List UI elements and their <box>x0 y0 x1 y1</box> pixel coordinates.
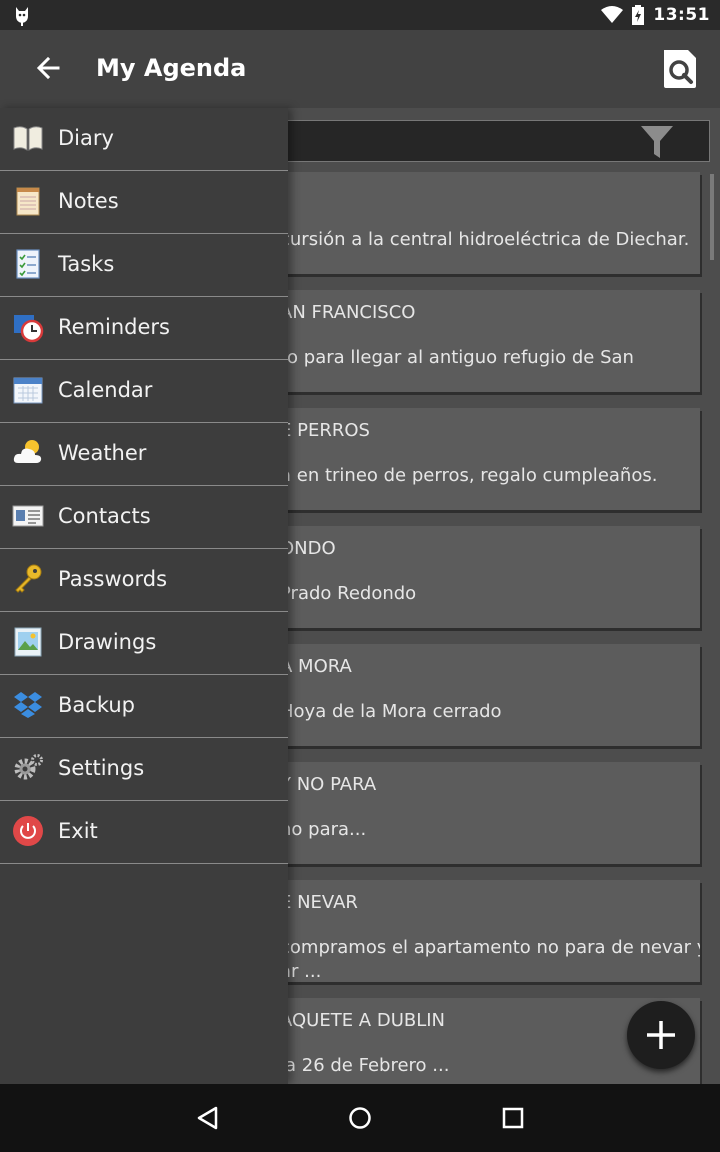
book-icon <box>13 126 43 151</box>
entry-title: AN FRANCISCO <box>280 302 416 323</box>
page-title: My Agenda <box>96 54 247 82</box>
back-arrow-icon[interactable] <box>30 50 66 86</box>
drawer-item-reminders[interactable]: Reminders <box>0 297 288 360</box>
drawer-item-label: Exit <box>58 819 98 843</box>
clock: 13:51 <box>653 5 710 25</box>
drawer-item-label: Notes <box>58 189 119 213</box>
calendar-icon <box>13 377 43 404</box>
cat-notification-icon <box>16 7 28 26</box>
drawer-item-calendar[interactable]: Calendar <box>0 360 288 423</box>
power-icon <box>13 816 43 846</box>
drawer-item-settings[interactable]: Settings <box>0 738 288 801</box>
search-icon[interactable] <box>660 48 700 90</box>
entry-card[interactable]: ONDO Prado Redondo <box>240 526 700 628</box>
drawer-item-label: Weather <box>58 441 147 465</box>
app-bar: My Agenda <box>0 30 720 108</box>
key-icon <box>15 564 42 593</box>
entry-card[interactable]: A MORA Hoya de la Mora cerrado <box>240 644 700 746</box>
drawer-item-label: Calendar <box>58 378 153 402</box>
entry-title: A MORA <box>280 656 352 677</box>
wifi-icon <box>601 6 624 23</box>
plus-icon <box>647 1021 675 1049</box>
drawer-item-drawings[interactable]: Drawings <box>0 612 288 675</box>
drawer-item-tasks[interactable]: Tasks <box>0 234 288 297</box>
entry-title: E NEVAR <box>280 892 358 913</box>
nav-recents-icon[interactable] <box>497 1102 529 1134</box>
drawer-item-label: Passwords <box>58 567 168 591</box>
picture-icon <box>14 627 42 657</box>
entry-body: compramos el apartamento no para de neva… <box>280 937 700 982</box>
entry-body: no para... <box>280 819 367 840</box>
dropbox-icon <box>14 692 42 718</box>
entry-body: ía 26 de Febrero ... <box>280 1055 450 1076</box>
drawer-item-label: Settings <box>58 756 145 780</box>
nav-back-icon[interactable] <box>192 1102 224 1134</box>
weather-cloud-icon <box>13 440 42 463</box>
system-nav-bar <box>0 1084 720 1152</box>
scrollbar[interactable] <box>710 174 714 260</box>
checklist-icon <box>16 249 40 279</box>
entry-title: ONDO <box>280 538 336 559</box>
battery-icon <box>632 5 645 25</box>
entry-card[interactable]: Y NO PARA no para... <box>240 762 700 864</box>
entry-title: AQUETE A DUBLIN <box>280 1010 446 1031</box>
nav-home-icon[interactable] <box>344 1102 376 1134</box>
entry-body: Prado Redondo <box>280 583 417 604</box>
drawer-item-label: Drawings <box>58 630 157 654</box>
alarm-clock-icon <box>14 315 44 343</box>
drawer-item-exit[interactable]: Exit <box>0 801 288 864</box>
gear-icon <box>14 754 43 780</box>
drawer-item-label: Backup <box>58 693 135 717</box>
drawer-item-label: Reminders <box>58 315 170 339</box>
entry-body: a en trineo de perros, regalo cumpleaños… <box>280 465 658 486</box>
entry-title: Y NO PARA <box>280 774 377 795</box>
drawer-item-contacts[interactable]: Contacts <box>0 486 288 549</box>
drawer-item-backup[interactable]: Backup <box>0 675 288 738</box>
drawer-item-diary[interactable]: Diary <box>0 108 288 171</box>
entry-card[interactable]: AN FRANCISCO to para llegar al antiguo r… <box>240 290 700 392</box>
add-entry-button[interactable] <box>627 1001 695 1069</box>
entry-body: cursión a la central hidroeléctrica de D… <box>280 229 690 250</box>
entry-card[interactable]: E PERROS a en trineo de perros, regalo c… <box>240 408 700 510</box>
drawer-item-passwords[interactable]: Passwords <box>0 549 288 612</box>
entry-body: Hoya de la Mora cerrado <box>280 701 502 722</box>
drawer-item-label: Diary <box>58 126 114 150</box>
drawer-item-label: Tasks <box>58 252 115 276</box>
drawer-item-label: Contacts <box>58 504 151 528</box>
entry-body: to para llegar al antiguo refugio de San <box>280 347 634 368</box>
entry-card[interactable]: cursión a la central hidroeléctrica de D… <box>240 172 700 274</box>
filter-bar[interactable] <box>286 120 710 162</box>
entry-title: E PERROS <box>280 420 370 441</box>
entry-card[interactable]: E NEVAR compramos el apartamento no para… <box>240 880 700 982</box>
filter-funnel-icon[interactable] <box>639 123 675 161</box>
notepad-icon <box>16 187 40 216</box>
status-bar: 13:51 <box>0 0 720 30</box>
drawer-item-notes[interactable]: Notes <box>0 171 288 234</box>
drawer-item-weather[interactable]: Weather <box>0 423 288 486</box>
contact-card-icon <box>12 505 44 527</box>
navigation-drawer: Diary Notes Tasks Reminders Calendar Wea… <box>0 108 288 1084</box>
